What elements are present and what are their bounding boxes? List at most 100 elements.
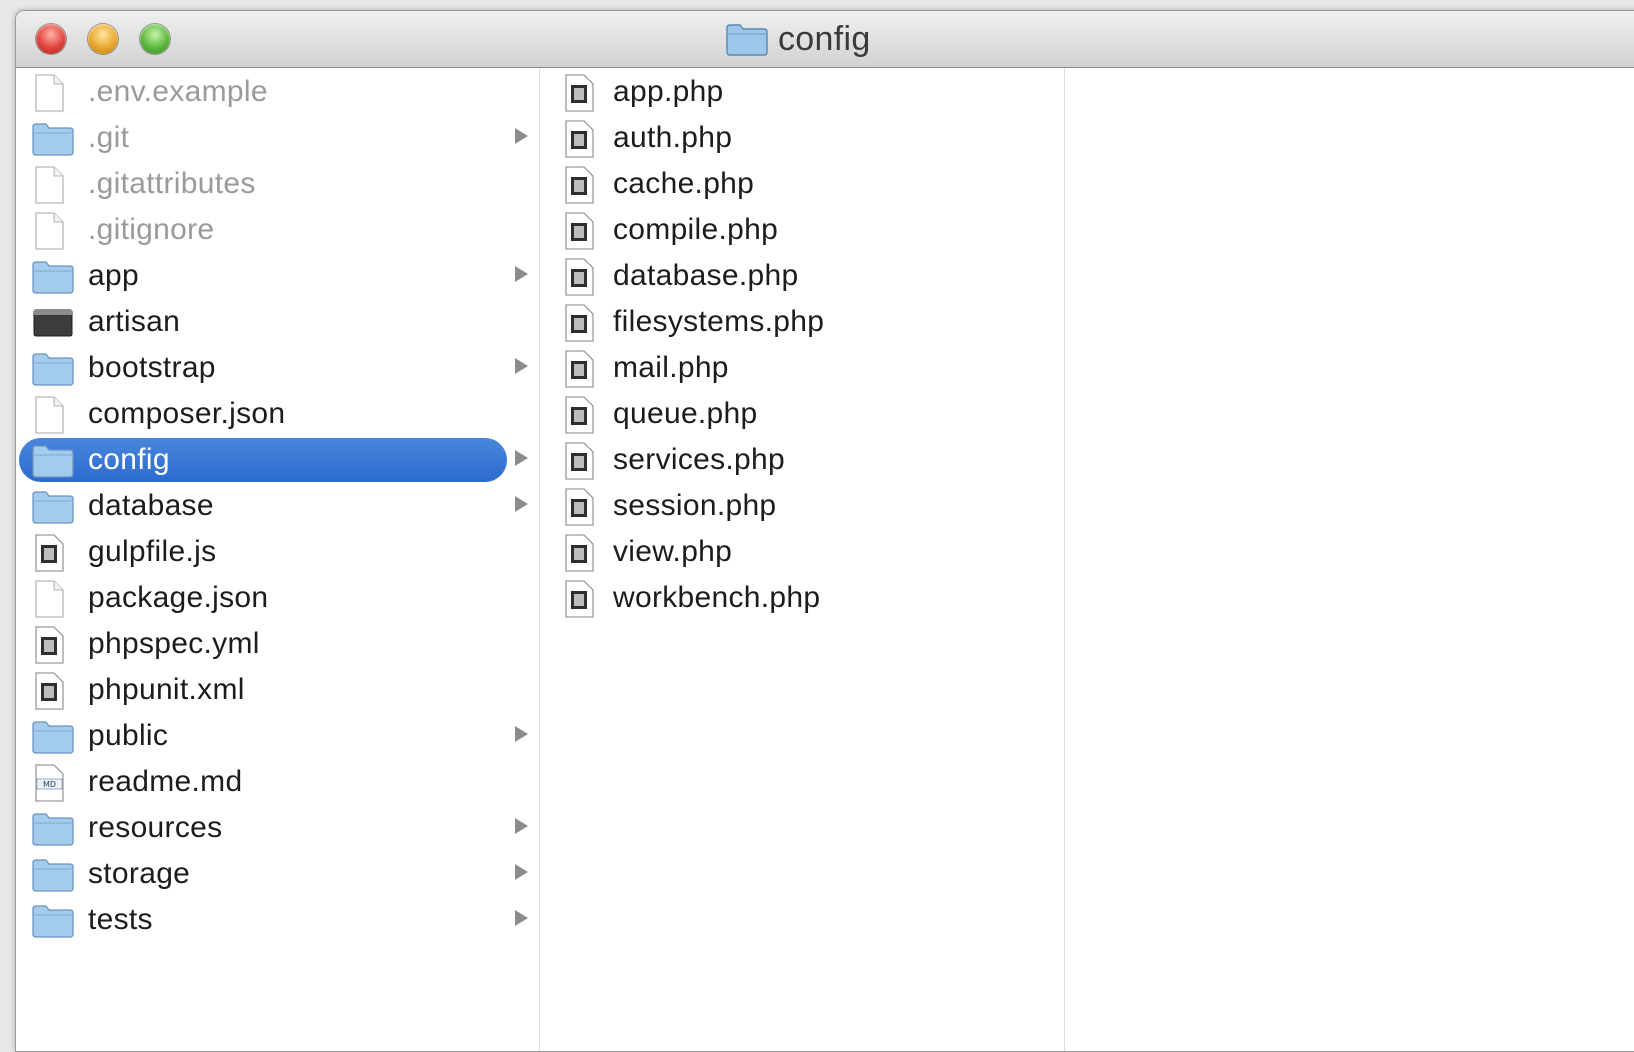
file-name: workbench.php: [613, 581, 821, 614]
file-row-app-php[interactable]: app.php: [540, 69, 1064, 115]
folder-icon: [32, 488, 74, 524]
disclosure-chevron-icon[interactable]: [515, 266, 528, 282]
script-document-icon: [32, 672, 66, 710]
file-row-dot-gitignore[interactable]: .gitignore: [16, 207, 539, 253]
file-name: .gitattributes: [88, 167, 256, 200]
folder-icon: [32, 258, 74, 294]
file-name: view.php: [613, 535, 733, 568]
column-config[interactable]: app.php auth.php cache.php compile.php datab…: [540, 68, 1065, 1051]
file-row-readme-md[interactable]: MD readme.md: [16, 759, 539, 805]
file-name: app: [88, 259, 139, 292]
file-name: filesystems.php: [613, 305, 825, 338]
file-row-composer-json[interactable]: composer.json: [16, 391, 539, 437]
document-icon: [32, 212, 66, 250]
script-document-icon: [562, 442, 596, 480]
script-document-icon: [562, 304, 596, 342]
file-name: database.php: [613, 259, 799, 292]
file-name: readme.md: [88, 765, 243, 798]
window-title: config: [726, 19, 871, 58]
script-document-icon: [562, 396, 596, 434]
file-row-filesystems-php[interactable]: filesystems.php: [540, 299, 1064, 345]
title-bar[interactable]: config: [16, 11, 1634, 68]
file-row-package-json[interactable]: package.json: [16, 575, 539, 621]
file-row-storage[interactable]: storage: [16, 851, 539, 897]
file-name: session.php: [613, 489, 777, 522]
file-row-config[interactable]: config: [16, 437, 539, 483]
file-row-resources[interactable]: resources: [16, 805, 539, 851]
file-row-app[interactable]: app: [16, 253, 539, 299]
file-row-tests[interactable]: tests: [16, 897, 539, 943]
minimize-button[interactable]: [88, 24, 118, 54]
file-row-artisan[interactable]: artisan: [16, 299, 539, 345]
disclosure-chevron-icon[interactable]: [515, 864, 528, 880]
zoom-button[interactable]: [140, 24, 170, 54]
file-name: mail.php: [613, 351, 729, 384]
script-document-icon: [32, 534, 66, 572]
folder-icon: [32, 902, 74, 938]
disclosure-chevron-icon[interactable]: [515, 726, 528, 742]
script-document-icon: [562, 120, 596, 158]
file-name: .git: [88, 121, 130, 154]
script-document-icon: [562, 534, 596, 572]
file-row-gulpfile-js[interactable]: gulpfile.js: [16, 529, 539, 575]
file-row-services-php[interactable]: services.php: [540, 437, 1064, 483]
file-row-phpspec-yml[interactable]: phpspec.yml: [16, 621, 539, 667]
script-document-icon: [562, 212, 596, 250]
file-name: app.php: [613, 75, 724, 108]
file-row-public[interactable]: public: [16, 713, 539, 759]
svg-text:MD: MD: [43, 780, 56, 789]
document-icon: [32, 74, 66, 112]
file-name: tests: [88, 903, 153, 936]
file-row-dot-git[interactable]: .git: [16, 115, 539, 161]
script-document-icon: [32, 626, 66, 664]
disclosure-chevron-icon[interactable]: [515, 496, 528, 512]
file-row-bootstrap[interactable]: bootstrap: [16, 345, 539, 391]
file-row-mail-php[interactable]: mail.php: [540, 345, 1064, 391]
file-row-auth-php[interactable]: auth.php: [540, 115, 1064, 161]
file-name: .gitignore: [88, 213, 215, 246]
script-document-icon: [562, 166, 596, 204]
file-row-session-php[interactable]: session.php: [540, 483, 1064, 529]
disclosure-chevron-icon[interactable]: [515, 910, 528, 926]
file-name: bootstrap: [88, 351, 216, 384]
window-title-text: config: [778, 19, 871, 58]
column-root[interactable]: .env.example .git .gitattributes .gitignore…: [16, 68, 540, 1051]
file-name: queue.php: [613, 397, 758, 430]
file-name: gulpfile.js: [88, 535, 217, 568]
file-name: artisan: [88, 305, 181, 338]
markdown-document-icon: MD: [32, 764, 66, 802]
file-row-queue-php[interactable]: queue.php: [540, 391, 1064, 437]
file-name: phpunit.xml: [88, 673, 245, 706]
document-icon: [32, 396, 66, 434]
disclosure-chevron-icon[interactable]: [515, 818, 528, 834]
script-document-icon: [562, 74, 596, 112]
file-row-cache-php[interactable]: cache.php: [540, 161, 1064, 207]
folder-icon: [32, 718, 74, 754]
finder-window: config .env.example .git .gitattributes .gi…: [15, 10, 1634, 1052]
file-name: composer.json: [88, 397, 286, 430]
close-button[interactable]: [36, 24, 66, 54]
file-row-view-php[interactable]: view.php: [540, 529, 1064, 575]
file-name: package.json: [88, 581, 269, 614]
file-row-phpunit-xml[interactable]: phpunit.xml: [16, 667, 539, 713]
column-empty[interactable]: [1065, 68, 1634, 1051]
file-row-database[interactable]: database: [16, 483, 539, 529]
file-name: public: [88, 719, 169, 752]
file-row-workbench-php[interactable]: workbench.php: [540, 575, 1064, 621]
file-row-database-php[interactable]: database.php: [540, 253, 1064, 299]
document-icon: [32, 166, 66, 204]
file-name: .env.example: [88, 75, 268, 108]
disclosure-chevron-icon[interactable]: [515, 128, 528, 144]
file-row-dot-env-example[interactable]: .env.example: [16, 69, 539, 115]
file-name: database: [88, 489, 214, 522]
title-folder-icon: [726, 22, 768, 56]
file-name: resources: [88, 811, 223, 844]
file-name: config: [88, 443, 170, 476]
script-document-icon: [562, 350, 596, 388]
file-row-dot-gitattributes[interactable]: .gitattributes: [16, 161, 539, 207]
file-name: phpspec.yml: [88, 627, 260, 660]
script-document-icon: [562, 580, 596, 618]
disclosure-chevron-icon[interactable]: [515, 450, 528, 466]
disclosure-chevron-icon[interactable]: [515, 358, 528, 374]
file-row-compile-php[interactable]: compile.php: [540, 207, 1064, 253]
